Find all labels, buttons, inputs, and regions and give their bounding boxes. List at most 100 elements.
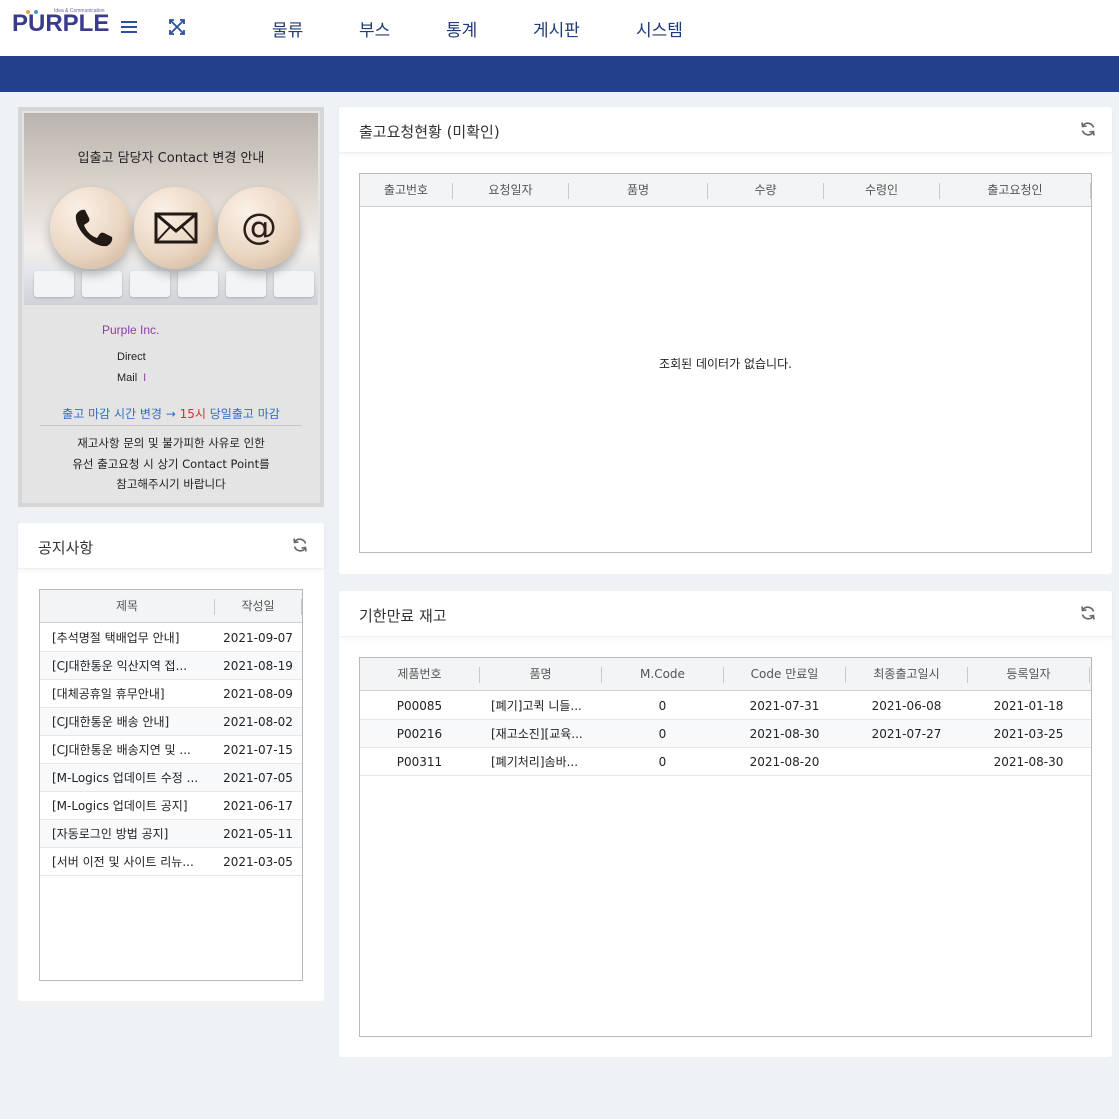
direct-label: Direct (117, 351, 146, 363)
expiry-row[interactable]: P00085 [폐기]고퀵 니들... 0 2021-07-31 2021-06-08 2… (360, 692, 1091, 720)
deadline-prefix: 출고 마감 시간 변경 → (62, 407, 180, 421)
keyboard-graphic (24, 263, 318, 305)
contact-note: 재고사항 문의 및 불가피한 사유로 인한 유선 출고요청 시 상기 Conta… (22, 433, 320, 495)
col-item-name[interactable]: 품명 (569, 174, 707, 207)
notice-row-date: 2021-09-07 (223, 631, 293, 645)
expiry-cell-last-outbound-date: 2021-06-08 (871, 699, 942, 713)
notice-row[interactable]: [CJ대한통운 배송지연 및 ... 2021-07-15 (40, 736, 302, 764)
col-product-name[interactable]: 품명 (480, 658, 601, 691)
expiry-cell-product-name: [폐기]고퀵 니들... (491, 699, 582, 713)
notice-card-header: 공지사항 (18, 523, 324, 569)
expiry-cell-reg-date: 2021-01-18 (993, 699, 1064, 713)
refresh-icon[interactable] (1080, 605, 1096, 621)
notice-row-date: 2021-03-05 (223, 855, 293, 869)
notice-row-title[interactable]: [CJ대한통운 익산지역 접... (52, 652, 210, 680)
expiry-row[interactable]: P00216 [재고소진][교육... 0 2021-08-30 2021-07-27 2… (360, 720, 1091, 748)
at-ball: @ (218, 187, 300, 269)
expiry-cell-mcode: 0 (658, 755, 667, 769)
envelope-icon (154, 212, 198, 244)
contact-notice-banner: 입출고 담당자 Contact 변경 안내 @ Purple Inc. Dire… (18, 107, 324, 507)
col-requester[interactable]: 출고요청인 (940, 174, 1090, 207)
expiry-cell-last-outbound-date: 2021-07-27 (871, 727, 942, 741)
empty-data-message: 조회된 데이터가 없습니다. (659, 357, 792, 371)
notice-row-title[interactable]: [자동로그인 방법 공지] (52, 820, 210, 848)
notice-row-date: 2021-05-11 (223, 827, 293, 841)
notice-row-title[interactable]: [CJ대한통운 배송지연 및 ... (52, 736, 210, 764)
mail-row: Mail I (117, 372, 146, 384)
col-code-expiry[interactable]: Code 만료일 (724, 658, 845, 691)
nav-board[interactable]: 게시판 (533, 16, 580, 41)
expiry-row[interactable]: P00311 [폐기처리]솜바... 0 2021-08-20 2021-08-30 (360, 748, 1091, 776)
expiry-cell-product-name: [재고소진][교육... (491, 727, 583, 741)
expiry-cell-reg-date: 2021-03-25 (993, 727, 1064, 741)
nav-logistics[interactable]: 물류 (272, 16, 303, 41)
expiry-cell-product-code: P00311 (396, 755, 443, 769)
outbound-table: 출고번호 요청일자 품명 수량 수령인 출고요청인 조회된 데이터가 없습니다. (359, 173, 1092, 553)
deadline-suffix: 당일출고 마감 (205, 407, 280, 421)
expiry-cell-mcode: 0 (658, 699, 667, 713)
notice-row[interactable]: [M-Logics 업데이트 공지] 2021-06-17 (40, 792, 302, 820)
mail-cursor: I (143, 372, 147, 384)
notice-card: 공지사항 제목 작성일 [추석명절 택배업무 안내] 2021-09-07 [CJ대… (18, 523, 324, 1001)
expiry-cell-last-outbound-date (846, 748, 967, 776)
notice-row[interactable]: [CJ대한통운 익산지역 접... 2021-08-19 (40, 652, 302, 680)
col-reg-date[interactable]: 등록일자 (968, 658, 1089, 691)
expiry-cell-code-expiry-date: 2021-08-20 (749, 755, 820, 769)
purple-logo[interactable]: Idea & Communication PURPLE (12, 6, 110, 40)
col-recipient[interactable]: 수령인 (824, 174, 939, 207)
col-title[interactable]: 제목 (40, 590, 214, 623)
contact-banner-image: 입출고 담당자 Contact 변경 안내 @ (24, 113, 318, 305)
col-product-code[interactable]: 제품번호 (360, 658, 479, 691)
notice-table-header: 제목 작성일 (40, 590, 302, 623)
refresh-icon[interactable] (1080, 121, 1096, 137)
notice-row-date: 2021-06-17 (223, 799, 293, 813)
banner-title: 입출고 담당자 Contact 변경 안내 (77, 151, 265, 166)
expiry-table-header: 제품번호 품명 M.Code Code 만료일 최종출고일시 등록일자 (360, 658, 1091, 691)
col-request-date[interactable]: 요청일자 (453, 174, 568, 207)
col-mcode[interactable]: M.Code (602, 658, 723, 691)
col-quantity[interactable]: 수량 (708, 174, 823, 207)
expiry-cell-mcode: 0 (658, 727, 667, 741)
notice-row-title[interactable]: [추석명절 택배업무 안내] (52, 624, 210, 652)
notice-row[interactable]: [추석명절 택배업무 안내] 2021-09-07 (40, 624, 302, 652)
notice-row-title[interactable]: [서버 이전 및 사이트 리뉴... (52, 848, 210, 876)
notice-row-title[interactable]: [CJ대한통운 배송 안내] (52, 708, 210, 736)
note-line-1: 재고사항 문의 및 불가피한 사유로 인한 (77, 436, 265, 450)
notice-row[interactable]: [CJ대한통운 배송 안내] 2021-08-02 (40, 708, 302, 736)
at-icon: @ (241, 207, 277, 248)
expiry-cell-product-name: [폐기처리]솜바... (491, 755, 579, 769)
nav-booth[interactable]: 부스 (359, 16, 390, 41)
expiry-cell-reg-date: 2021-08-30 (993, 755, 1064, 769)
deadline-hour: 15시 (179, 407, 206, 421)
col-outbound-no[interactable]: 출고번호 (360, 174, 452, 207)
notice-row-date: 2021-08-09 (223, 687, 293, 701)
notice-row[interactable]: [서버 이전 및 사이트 리뉴... 2021-03-05 (40, 848, 302, 876)
nav-statistics[interactable]: 통계 (446, 16, 477, 41)
logo-text: PURPLE (12, 10, 110, 37)
deadline-notice: 출고 마감 시간 변경 → 15시 당일출고 마감 (40, 405, 302, 426)
note-line-3: 참고해주시기 바랍니다 (116, 477, 226, 491)
expired-stock-card: 기한만료 재고 제품번호 품명 M.Code Code 만료일 최종출고일시 등… (339, 591, 1112, 1057)
col-date[interactable]: 작성일 (215, 590, 301, 623)
notice-row-title[interactable]: [M-Logics 업데이트 수정 ... (52, 764, 210, 792)
notice-row[interactable]: [M-Logics 업데이트 수정 ... 2021-07-05 (40, 764, 302, 792)
expiry-table: 제품번호 품명 M.Code Code 만료일 최종출고일시 등록일자 P000… (359, 657, 1092, 1037)
notice-row-title[interactable]: [대체공휴일 휴무안내] (52, 680, 210, 708)
notice-title: 공지사항 (38, 539, 94, 557)
fullscreen-expand-icon[interactable] (168, 18, 186, 36)
expiry-title: 기한만료 재고 (359, 607, 447, 625)
notice-row-date: 2021-08-02 (223, 715, 293, 729)
refresh-icon[interactable] (292, 537, 308, 553)
nav-system[interactable]: 시스템 (636, 16, 683, 41)
phone-ball (50, 187, 132, 269)
notice-row-title[interactable]: [M-Logics 업데이트 공지] (52, 792, 210, 820)
hamburger-menu-icon[interactable] (120, 18, 138, 36)
note-line-2: 유선 출고요청 시 상기 Contact Point를 (72, 456, 270, 471)
expiry-cell-product-code: P00085 (396, 699, 443, 713)
notice-row[interactable]: [대체공휴일 휴무안내] 2021-08-09 (40, 680, 302, 708)
notice-row[interactable]: [자동로그인 방법 공지] 2021-05-11 (40, 820, 302, 848)
header-blue-bar (0, 56, 1119, 92)
notice-row-date: 2021-07-15 (223, 743, 293, 757)
col-last-outbound[interactable]: 최종출고일시 (846, 658, 967, 691)
top-bar: Idea & Communication PURPLE 물류 부스 통계 게시판… (0, 0, 1119, 56)
